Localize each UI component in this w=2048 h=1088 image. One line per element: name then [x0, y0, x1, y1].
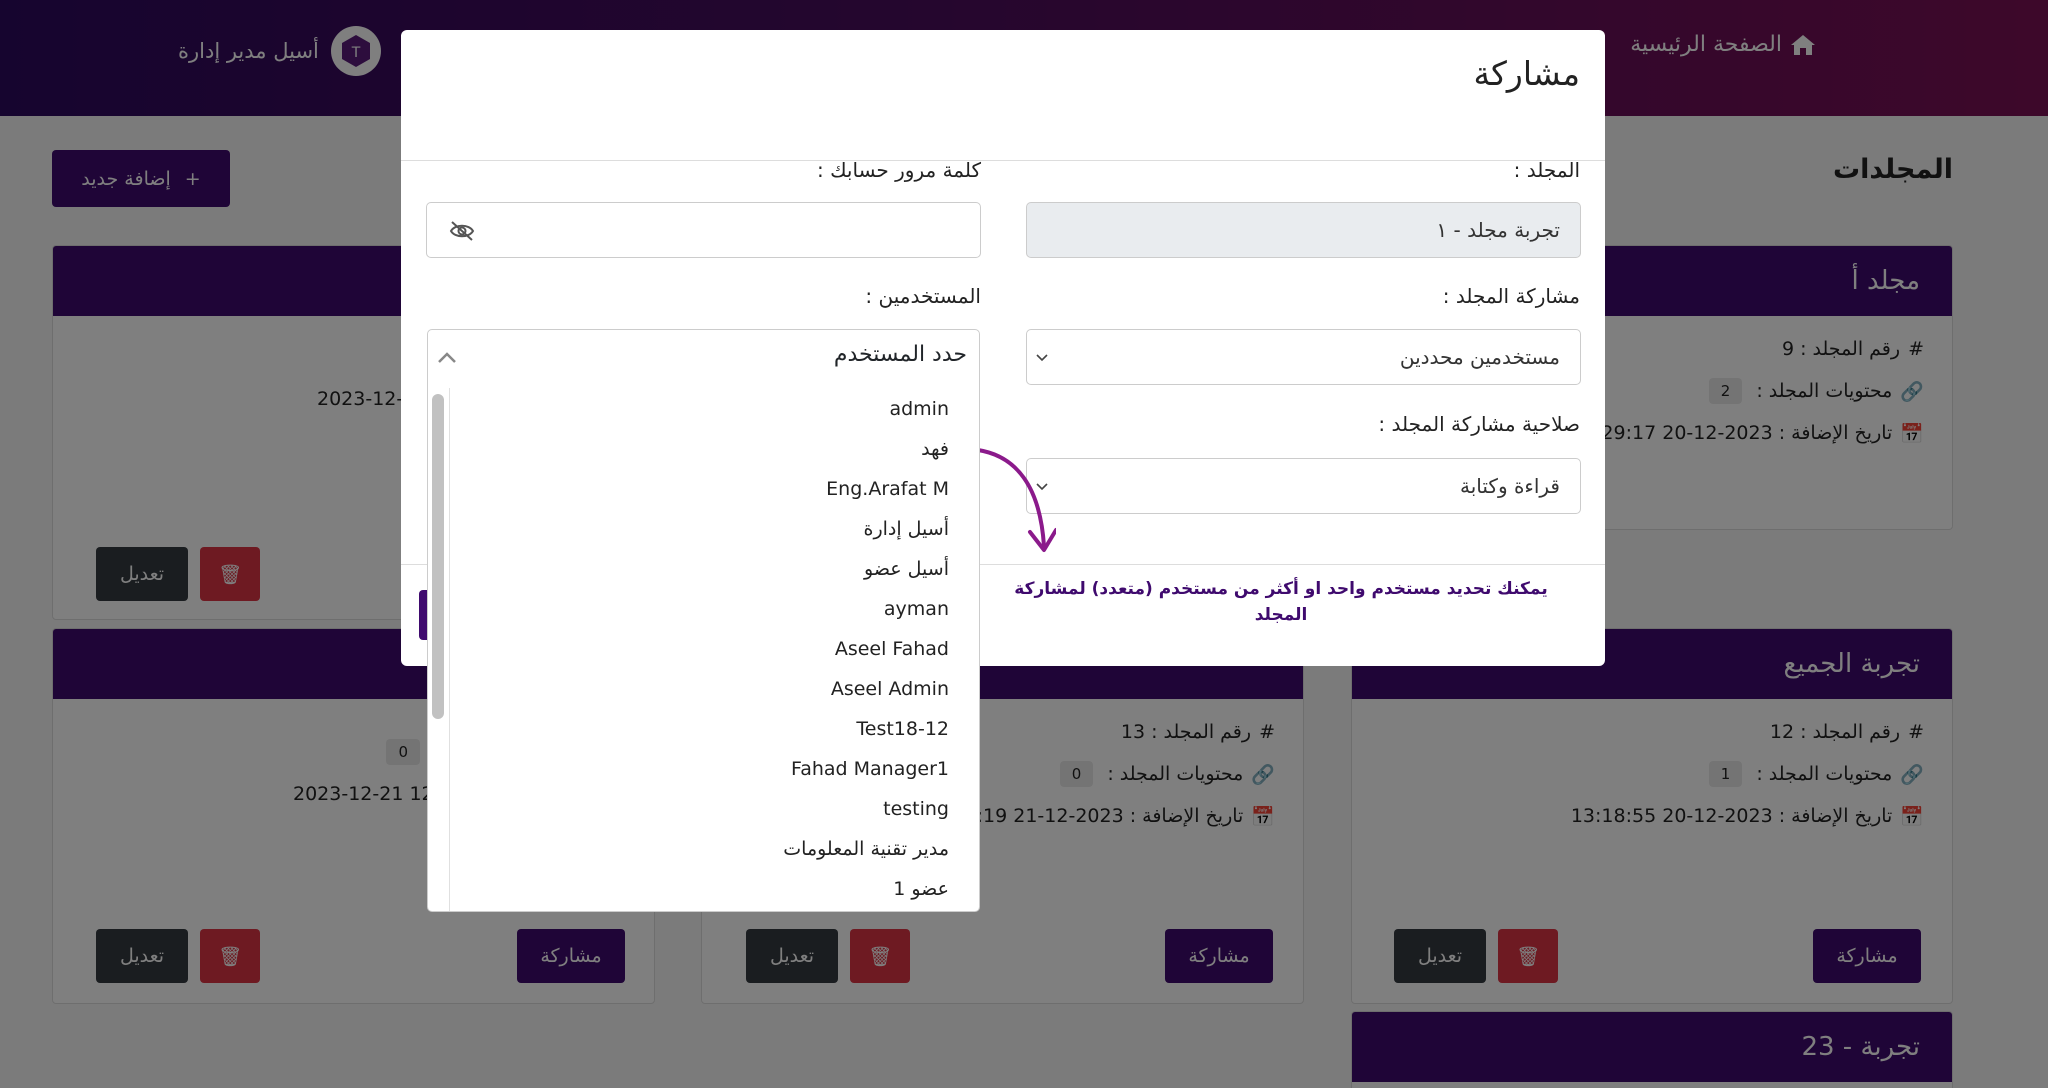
share-type-select[interactable]: مستخدمين محددين [1026, 329, 1581, 385]
chevron-up-icon[interactable] [434, 346, 460, 368]
eye-slash-icon[interactable] [449, 220, 475, 242]
permission-label: صلاحية مشاركة المجلد : [1378, 412, 1580, 436]
user-option[interactable]: testing [883, 798, 949, 820]
folder-name-value: تجربة مجلد - ١ [1436, 218, 1560, 242]
users-select-placeholder: حدد المستخدم [833, 342, 967, 367]
share-type-label: مشاركة المجلد : [1442, 284, 1580, 308]
user-option[interactable]: أسيل إدارة [863, 518, 949, 540]
folder-label: المجلد : [1513, 158, 1580, 182]
user-option[interactable]: Aseel Fahad [835, 638, 949, 660]
user-option[interactable]: admin [889, 398, 949, 420]
user-option[interactable]: Test18-12 [856, 718, 949, 740]
permission-value: قراءة وكتابة [1460, 474, 1560, 498]
modal-divider [401, 160, 1605, 161]
password-label: كلمة مرور حسابك : [816, 158, 981, 182]
user-option[interactable]: Eng.Arafat M [826, 478, 949, 500]
permission-select[interactable]: قراءة وكتابة [1026, 458, 1581, 514]
chevron-down-icon [1036, 354, 1048, 362]
user-option[interactable]: عضو 1 [893, 878, 949, 900]
password-field[interactable] [426, 202, 981, 258]
users-select-header[interactable]: حدد المستخدم [428, 330, 979, 388]
user-option[interactable]: Aseel Admin [831, 678, 949, 700]
user-option[interactable]: أسيل عضو [864, 558, 949, 580]
share-type-value: مستخدمين محددين [1399, 345, 1560, 369]
multi-select-hint: يمكنك تحديد مستخدم واحد او أكثر من مستخد… [1014, 579, 1548, 625]
modal-title: مشاركة [1473, 54, 1580, 93]
curved-arrow-icon [976, 448, 1056, 552]
users-multiselect[interactable]: حدد المستخدم admin فهد Eng.Arafat M أسيل… [427, 329, 980, 912]
user-option[interactable]: مدير تقنية المعلومات [783, 838, 949, 860]
user-option[interactable]: فهد [921, 438, 949, 460]
users-option-list: admin فهد Eng.Arafat M أسيل إدارة أسيل ع… [428, 388, 979, 911]
user-option[interactable]: Fahad Manager1 [791, 758, 949, 780]
user-option[interactable]: ayman [884, 598, 949, 620]
folder-name-field: تجربة مجلد - ١ [1026, 202, 1581, 258]
users-label: المستخدمين : [865, 284, 981, 308]
